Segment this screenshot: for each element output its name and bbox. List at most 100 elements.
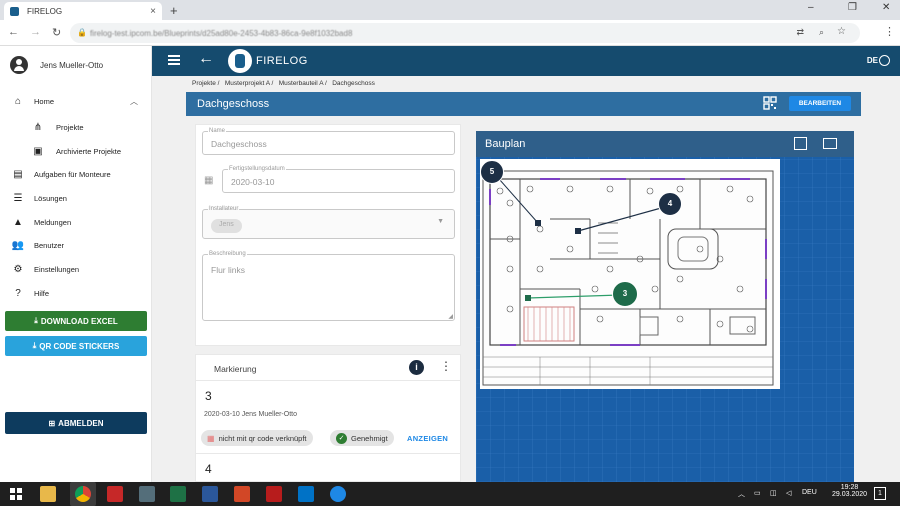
adobe-icon[interactable]	[266, 486, 282, 502]
bookmark-star-icon[interactable]: ☆	[837, 26, 846, 37]
sidebar-item-archivierte-projekte[interactable]: ▣ Archivierte Projekte	[0, 140, 152, 162]
gear-icon: ⚙	[13, 263, 23, 275]
info-icon[interactable]: i	[409, 360, 424, 375]
marking-header: Markierung	[214, 364, 257, 374]
breadcrumb-item: Dachgeschoss	[332, 80, 375, 87]
installer-select[interactable]: Installateur Jens ▼	[202, 206, 455, 239]
clock-date: 29.03.2020	[832, 491, 868, 498]
floor-plan-drawing	[482, 170, 774, 386]
powerpoint-icon[interactable]	[234, 486, 250, 502]
field-label: Fertigstellungsdatum	[228, 166, 286, 172]
excel-icon[interactable]	[170, 486, 186, 502]
maximize-button[interactable]: ❐	[848, 2, 857, 13]
field-label: Installateur	[208, 206, 240, 212]
marker-3[interactable]: 3	[612, 281, 638, 307]
translate-icon[interactable]: ⇄	[796, 27, 804, 38]
resize-handle-icon[interactable]: ◢	[448, 313, 453, 320]
more-vert-icon[interactable]: ⋮	[440, 359, 452, 373]
sidebar-item-meldungen[interactable]: ▲ Meldungen	[0, 211, 152, 233]
minimize-button[interactable]: –	[808, 2, 814, 13]
name-field[interactable]: Name Dachgeschoss	[202, 128, 455, 155]
calendar-icon[interactable]: ▦	[204, 175, 213, 186]
zoom-icon[interactable]: ⌕	[819, 27, 824, 38]
network-icon[interactable]: ◫	[770, 489, 777, 497]
edge-icon[interactable]	[330, 486, 346, 502]
download-excel-button[interactable]: ⤓ DOWNLOAD EXCEL	[5, 311, 147, 331]
sidebar-item-label: Archivierte Projekte	[56, 146, 122, 156]
clock-time: 19:28	[840, 484, 859, 491]
qr-code-icon[interactable]	[763, 96, 777, 110]
browser-toolbar: ← → ↻ 🔒 firelog-test.ipcom.be/Blueprints…	[0, 20, 900, 46]
globe-icon[interactable]	[879, 55, 890, 66]
home-icon: ⌂	[14, 95, 22, 107]
people-icon: 👥	[11, 239, 25, 251]
completion-date-field[interactable]: Fertigstellungsdatum 2020-03-10	[222, 166, 455, 193]
floor-plan-image[interactable]	[480, 159, 780, 389]
file-explorer-icon[interactable]	[40, 486, 56, 502]
field-label: Name	[208, 128, 227, 134]
breadcrumb-item[interactable]: Musterbauteil A /	[279, 80, 327, 87]
edit-button[interactable]: BEARBEITEN	[789, 96, 851, 111]
tab-title: FIRELOG	[27, 6, 63, 16]
download-icon: ⤓	[32, 341, 37, 350]
remote-desktop-icon[interactable]	[139, 486, 155, 502]
volume-icon[interactable]: ◁	[786, 489, 791, 497]
browser-menu-icon[interactable]: ⋮	[884, 25, 895, 38]
notification-center-icon[interactable]: 1	[874, 487, 886, 500]
address-bar[interactable]: 🔒 firelog-test.ipcom.be/Blueprints/d25ad…	[70, 23, 860, 43]
battery-icon[interactable]: ▭	[754, 489, 761, 497]
marking-number: 3	[205, 389, 212, 403]
word-icon[interactable]	[202, 486, 218, 502]
chrome-icon[interactable]	[75, 486, 91, 502]
firelog-favicon-icon	[10, 6, 19, 16]
sidebar-item-label: Benutzer	[34, 240, 65, 250]
show-button[interactable]: ANZEIGEN	[407, 434, 448, 443]
dropdown-arrow-icon[interactable]: ▼	[437, 218, 444, 225]
divider	[196, 380, 460, 381]
qr-code-icon: ▦	[207, 433, 215, 443]
breadcrumb-item[interactable]: Musterprojekt A /	[225, 80, 273, 87]
sidebar-item-hilfe[interactable]: ? Hilfe	[0, 282, 152, 304]
menu-hamburger-icon[interactable]	[168, 55, 180, 65]
sidebar-item-einstellungen[interactable]: ⚙ Einstellungen	[0, 258, 152, 280]
clock[interactable]: 19:28 29.03.2020	[832, 484, 867, 498]
qr-status-chip: ▦ nicht mit qr code verknüpft	[201, 430, 313, 446]
marker-5[interactable]: 5	[480, 160, 504, 184]
sidebar-item-benutzer[interactable]: 👥 Benutzer	[0, 234, 152, 256]
new-tab-button[interactable]: +	[170, 3, 178, 18]
sidebar-item-label: Home	[34, 96, 55, 106]
sidebar-item-home[interactable]: ⌂ Home ︿	[0, 90, 152, 112]
page-title-bar: Dachgeschoss BEARBEITEN	[186, 92, 861, 116]
sidebar-item-loesungen[interactable]: ☰ Lösungen	[0, 187, 152, 209]
breadcrumb-item[interactable]: Projekte /	[192, 80, 219, 87]
back-arrow-icon[interactable]: ←	[198, 50, 214, 68]
reload-icon[interactable]: ↻	[52, 26, 61, 39]
close-window-button[interactable]: ✕	[882, 2, 890, 13]
legend-book-icon[interactable]	[823, 138, 837, 149]
breadcrumb: Projekte / Musterprojekt A / Musterbaute…	[192, 80, 375, 87]
back-arrow-icon[interactable]: ←	[8, 26, 19, 38]
fullscreen-icon[interactable]	[794, 137, 807, 150]
description-textarea[interactable]: Beschreibung Flur links ◢	[202, 251, 455, 321]
page-title: Dachgeschoss	[197, 98, 270, 110]
tray-chevron-icon[interactable]: ︿	[738, 489, 745, 499]
chevron-up-icon[interactable]: ︿	[130, 96, 138, 107]
app-header: ← FIRELOG DE	[152, 46, 900, 76]
browser-tab[interactable]: FIRELOG ×	[4, 2, 162, 20]
logout-icon: ⊞	[48, 418, 56, 428]
security-app-icon[interactable]	[107, 486, 123, 502]
installer-chip: Jens	[211, 219, 242, 233]
sidebar-item-aufgaben[interactable]: ▤ Aufgaben für Monteure	[0, 163, 152, 185]
field-value: Flur links	[211, 265, 246, 275]
language-selector[interactable]: DE	[867, 56, 878, 65]
tab-close-icon[interactable]: ×	[150, 6, 156, 17]
outlook-icon[interactable]	[298, 486, 314, 502]
marking-card: Markierung i ⋮ 3 2020-03-10 Jens Mueller…	[195, 354, 461, 482]
sidebar-item-projekte[interactable]: ⋔ Projekte	[0, 116, 152, 138]
marker-4[interactable]: 4	[658, 192, 682, 216]
qr-code-stickers-button[interactable]: ⤓ QR CODE STICKERS	[5, 336, 147, 356]
windows-start-icon[interactable]	[10, 488, 22, 500]
input-language[interactable]: DEU	[802, 489, 817, 496]
logout-button[interactable]: ⊞ ABMELDEN	[5, 412, 147, 434]
forward-arrow-icon[interactable]: →	[30, 26, 41, 38]
